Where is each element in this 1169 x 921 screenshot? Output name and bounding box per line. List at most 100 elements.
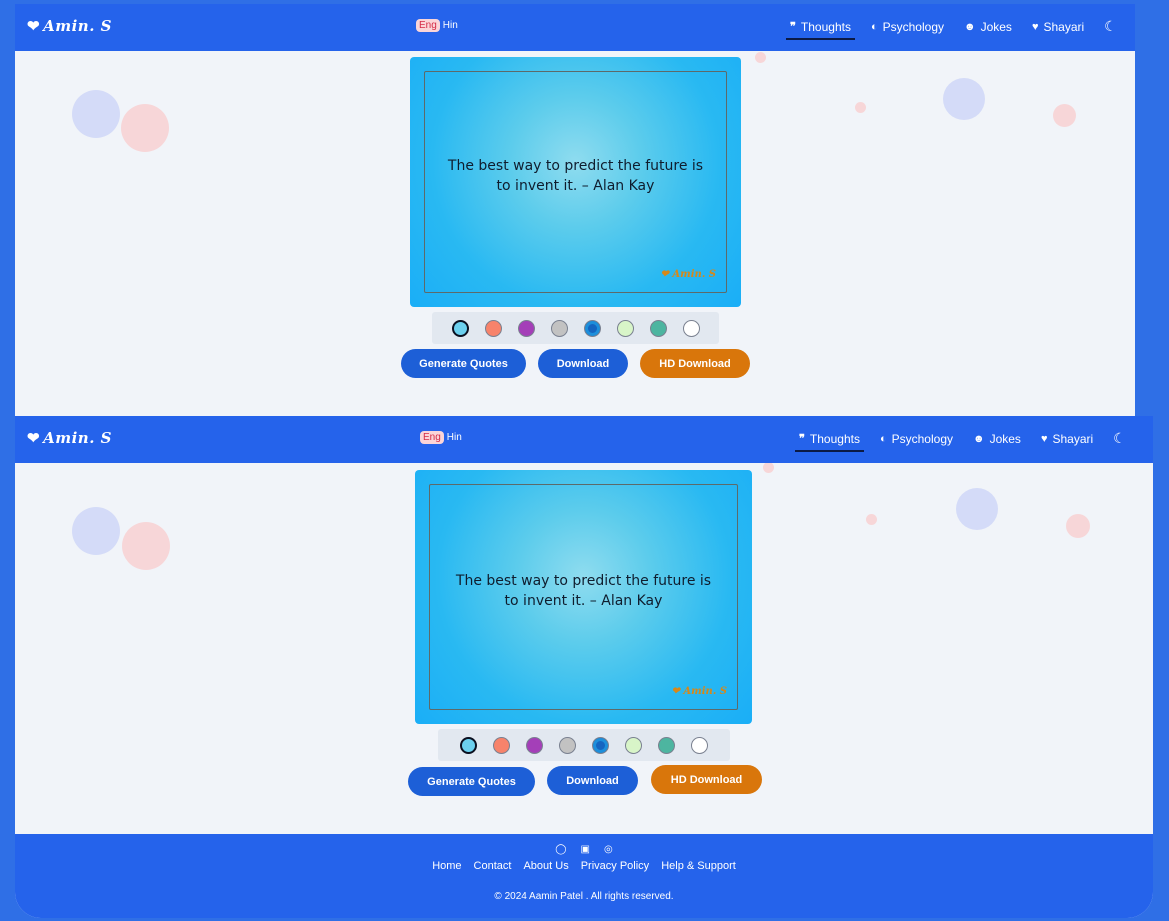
logo-text: Amin. S — [43, 17, 112, 35]
nav-label: Jokes — [980, 19, 1012, 34]
quote-icon: ❞ — [799, 433, 805, 445]
hd-download-button[interactable]: HD Download — [640, 349, 750, 378]
footer-links: Home Contact About Us Privacy Policy Hel… — [15, 860, 1153, 872]
footer-link-about[interactable]: About Us — [523, 860, 568, 872]
instagram-icon[interactable]: ◎ — [604, 844, 613, 855]
navbar: ❤ Amin. S Eng Hin ❞ Thoughts ◐ Psychology ☻ J… — [15, 416, 1153, 463]
lang-eng-option[interactable]: Eng — [420, 431, 444, 444]
generate-quotes-button[interactable]: Generate Quotes — [408, 767, 535, 796]
decor-bubble — [1066, 514, 1090, 538]
color-swatch-purple[interactable] — [517, 319, 535, 337]
color-swatch-white[interactable] — [691, 736, 708, 754]
smile-icon: ☻ — [973, 432, 985, 445]
download-button[interactable]: Download — [547, 766, 638, 795]
nav-item-psychology[interactable]: ◐ Psychology — [880, 432, 953, 446]
moon-icon[interactable]: ☾ — [1104, 18, 1117, 35]
nav-item-jokes[interactable]: ☻ Jokes — [964, 20, 1012, 34]
color-swatch-blue[interactable] — [583, 319, 601, 337]
github-icon[interactable]: ◯ — [555, 844, 566, 855]
nav-item-jokes[interactable]: ☻ Jokes — [973, 432, 1021, 446]
quote-icon: ❞ — [790, 21, 796, 33]
quote-card: The best way to predict the future is to… — [415, 470, 752, 724]
language-toggle[interactable]: Eng Hin — [420, 431, 462, 444]
footer: ◯ ▣ ◎ Home Contact About Us Privacy Poli… — [15, 834, 1153, 918]
brain-icon: ◐ — [870, 20, 878, 33]
quote-card-border: The best way to predict the future is to… — [424, 71, 727, 293]
nav-item-thoughts[interactable]: ❞ Thoughts — [786, 19, 855, 40]
color-swatch-coral[interactable] — [493, 736, 510, 754]
lang-hin-option[interactable]: Hin — [443, 20, 458, 31]
watermark-text: Amin. S — [683, 686, 727, 697]
hd-download-button[interactable]: HD Download — [651, 765, 762, 794]
footer-link-home[interactable]: Home — [432, 860, 461, 872]
quote-card: The best way to predict the future is to… — [410, 57, 741, 307]
decor-bubble — [1053, 104, 1076, 127]
color-palette — [432, 312, 719, 344]
nav-label: Psychology — [882, 19, 944, 34]
decor-bubble — [943, 78, 985, 120]
lang-eng-option[interactable]: Eng — [416, 19, 440, 32]
nav-item-psychology[interactable]: ◐ Psychology — [871, 20, 944, 34]
language-toggle[interactable]: Eng Hin — [416, 19, 458, 32]
nav-item-shayari[interactable]: ♥ Shayari — [1032, 20, 1084, 34]
footer-link-help[interactable]: Help & Support — [661, 860, 736, 872]
decor-bubble — [956, 488, 998, 530]
nav-item-thoughts[interactable]: ❞ Thoughts — [795, 431, 864, 452]
moon-icon[interactable]: ☾ — [1113, 430, 1126, 447]
logo-heart-icon: ❤ — [27, 429, 41, 447]
color-swatch-mint[interactable] — [616, 319, 634, 337]
decor-bubble — [755, 52, 766, 63]
nav-menu: ❞ Thoughts ◐ Psychology ☻ Jokes ♥ Shayari ☾ — [786, 18, 1117, 40]
generate-quotes-button[interactable]: Generate Quotes — [401, 349, 526, 378]
heart-icon: ♥ — [1031, 20, 1039, 33]
brand-logo[interactable]: ❤ Amin. S — [27, 429, 112, 447]
navbar: ❤ Amin. S Eng Hin ❞ Thoughts ◐ Psychology ☻ J… — [15, 4, 1135, 51]
color-swatch-purple[interactable] — [526, 736, 543, 754]
watermark-text: Amin. S — [672, 269, 716, 280]
nav-label: Shayari — [1052, 431, 1094, 446]
card-watermark: ❤ Amin. S — [660, 269, 716, 280]
nav-label: Thoughts — [809, 431, 860, 446]
color-swatch-gray[interactable] — [550, 319, 568, 337]
decor-bubble — [72, 507, 120, 555]
linkedin-icon[interactable]: ▣ — [581, 844, 590, 855]
copyright-text: © 2024 Aamin Patel . All rights reserved… — [494, 891, 674, 902]
app-screen-top: ❤ Amin. S Eng Hin ❞ Thoughts ◐ Psychology ☻ J… — [15, 4, 1135, 416]
brain-icon: ◐ — [879, 432, 887, 445]
logo-text: Amin. S — [43, 429, 112, 447]
color-palette — [438, 729, 730, 761]
color-swatch-white[interactable] — [682, 319, 700, 337]
logo-heart-icon: ❤ — [27, 17, 41, 35]
decor-bubble — [72, 90, 120, 138]
heart-icon: ♥ — [1040, 432, 1048, 445]
color-swatch-sky[interactable] — [460, 736, 477, 754]
color-swatch-gray[interactable] — [559, 736, 576, 754]
nav-item-shayari[interactable]: ♥ Shayari — [1041, 432, 1093, 446]
smile-icon: ☻ — [964, 20, 976, 33]
quote-text: The best way to predict the future is to… — [455, 573, 712, 609]
download-button[interactable]: Download — [538, 349, 628, 378]
social-links: ◯ ▣ ◎ — [15, 844, 1153, 855]
quote-text: The best way to predict the future is to… — [447, 158, 704, 194]
color-swatch-blue[interactable] — [592, 736, 609, 754]
nav-label: Psychology — [891, 431, 953, 446]
color-swatch-teal[interactable] — [658, 736, 675, 754]
quote-card-border: The best way to predict the future is to… — [429, 484, 738, 710]
nav-label: Shayari — [1043, 19, 1085, 34]
footer-link-privacy[interactable]: Privacy Policy — [581, 860, 649, 872]
decor-bubble — [122, 522, 170, 570]
decor-bubble — [763, 462, 774, 473]
decor-bubble — [866, 514, 877, 525]
color-swatch-mint[interactable] — [625, 736, 642, 754]
nav-label: Jokes — [989, 431, 1021, 446]
color-swatch-sky[interactable] — [451, 319, 469, 337]
brand-logo[interactable]: ❤ Amin. S — [27, 17, 112, 35]
color-swatch-coral[interactable] — [484, 319, 502, 337]
footer-link-contact[interactable]: Contact — [474, 860, 512, 872]
decor-bubble — [121, 104, 169, 152]
color-swatch-teal[interactable] — [649, 319, 667, 337]
nav-label: Thoughts — [800, 19, 851, 34]
app-screen-bottom: ❤ Amin. S Eng Hin ❞ Thoughts ◐ Psychology ☻ J… — [15, 416, 1153, 918]
lang-hin-option[interactable]: Hin — [447, 432, 462, 443]
card-watermark: ❤ Amin. S — [671, 686, 727, 697]
